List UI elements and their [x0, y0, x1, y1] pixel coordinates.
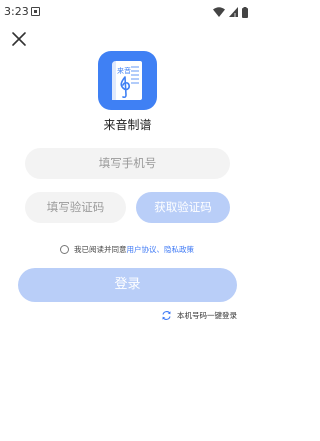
login-button[interactable]: 登录 — [18, 268, 237, 302]
verification-code-input[interactable]: 填写验证码 — [25, 192, 126, 223]
one-key-login-button[interactable]: 本机号码一键登录 — [161, 310, 237, 321]
privacy-policy-link[interactable]: 隐私政策 — [164, 244, 194, 255]
agreement-separator: 、 — [156, 244, 165, 254]
status-bar: 3:23 — [0, 0, 255, 24]
phone-input[interactable]: 填写手机号 — [25, 148, 230, 179]
wifi-icon — [213, 7, 225, 17]
agreement-row: 我已阅读并同意 用户协议 、 隐私政策 — [60, 243, 194, 255]
app-logo: 来音 — [98, 51, 157, 110]
battery-icon — [242, 6, 248, 18]
switch-icon — [162, 311, 171, 320]
status-time: 3:23 — [4, 5, 29, 18]
user-agreement-link[interactable]: 用户协议 — [127, 244, 157, 255]
logo-text: 来音 — [117, 66, 131, 75]
signal-icon — [229, 7, 238, 17]
close-icon — [12, 32, 26, 46]
notification-icon — [31, 7, 40, 16]
agreement-checkbox[interactable] — [60, 244, 69, 254]
status-icons — [213, 6, 248, 18]
agreement-prefix: 我已阅读并同意 — [74, 244, 127, 254]
close-button[interactable] — [9, 29, 29, 49]
app-name: 来音制谱 — [103, 118, 152, 132]
one-key-login-label: 本机号码一键登录 — [177, 311, 237, 320]
get-code-button[interactable]: 获取验证码 — [136, 192, 230, 223]
